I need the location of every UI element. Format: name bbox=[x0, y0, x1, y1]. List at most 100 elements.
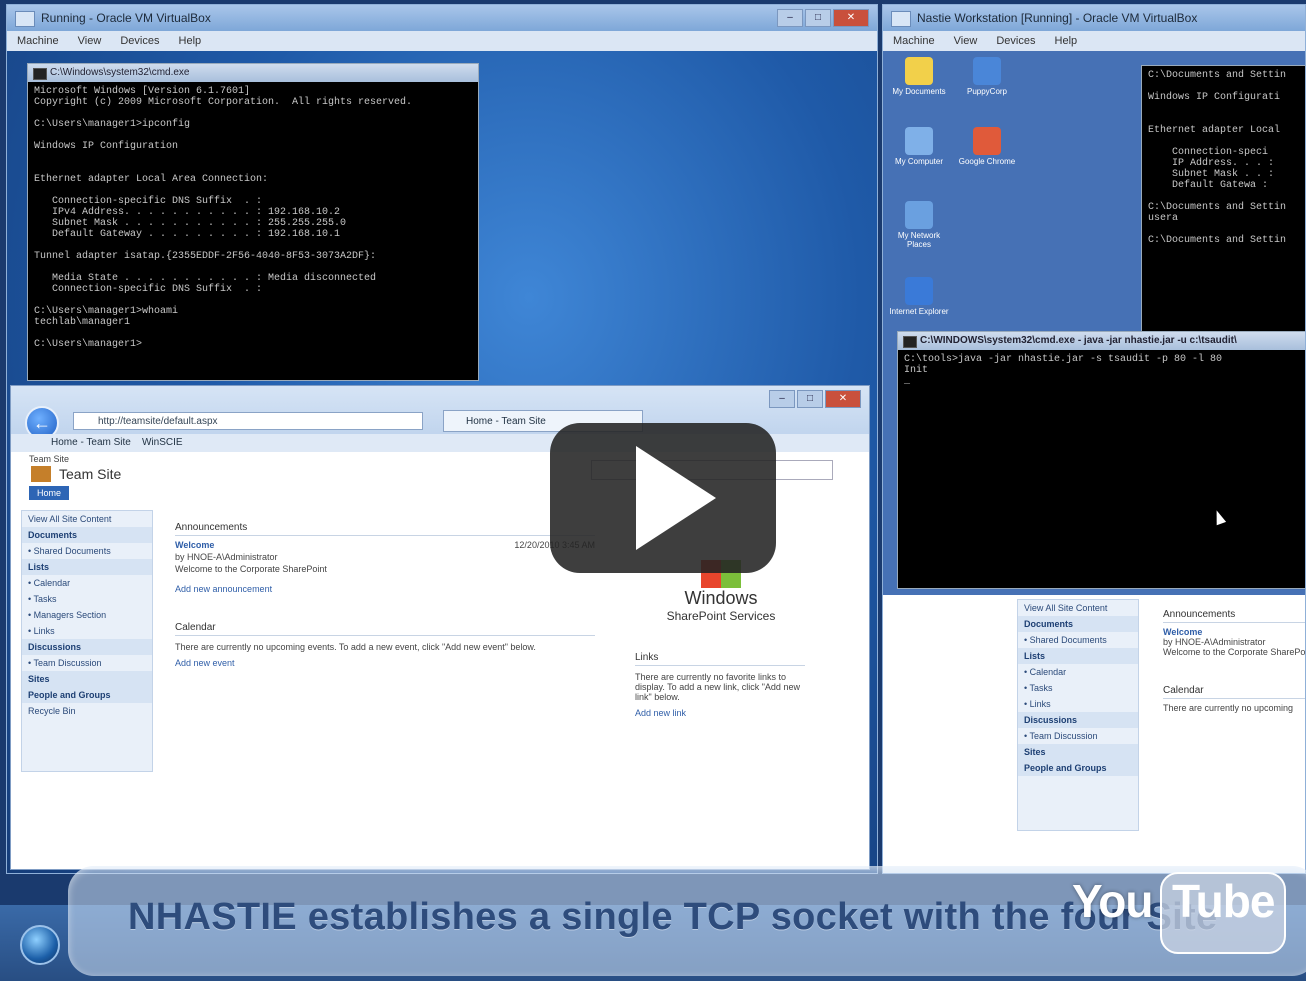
quick-launch-item[interactable]: Discussions bbox=[1018, 712, 1138, 728]
cmd-line: IPv4 Address. . . . . . . . . . . : 192.… bbox=[34, 207, 341, 218]
cmd-window-nhastie[interactable]: C:\WINDOWS\system32\cmd.exe - java -jar … bbox=[897, 331, 1305, 589]
cmd-line: Ethernet adapter Local Area Connection: bbox=[34, 174, 269, 185]
announcement-welcome-link[interactable]: Welcome bbox=[175, 540, 214, 550]
menu-devices[interactable]: Devices bbox=[120, 35, 159, 47]
desktop-icon[interactable]: Google Chrome bbox=[957, 127, 1017, 166]
cmd-window-right-back[interactable]: C:\Documents and Settin Windows IP Confi… bbox=[1141, 65, 1305, 335]
desktop-icon-image bbox=[905, 57, 933, 85]
desktop-icon[interactable]: My Documents bbox=[889, 57, 949, 96]
cmd-line: techlab\manager1 bbox=[34, 317, 131, 328]
cmd-back-line: C:\Documents and Settin bbox=[1148, 202, 1287, 213]
tab-home[interactable]: Home bbox=[29, 486, 70, 500]
quick-launch-item[interactable]: • Team Discussion bbox=[1018, 728, 1138, 744]
youtube-logo-you[interactable]: You bbox=[1072, 874, 1153, 928]
cmd-back-line bbox=[1148, 103, 1305, 114]
links-body: There are currently no favorite links to… bbox=[635, 672, 800, 702]
right-vm-titlebar[interactable]: Nastie Workstation [Running] - Oracle VM… bbox=[883, 5, 1305, 31]
cmd-window-left[interactable]: C:\Windows\system32\cmd.exe Microsoft Wi… bbox=[27, 63, 479, 381]
right-menu-view[interactable]: View bbox=[954, 35, 978, 47]
play-triangle-icon[interactable] bbox=[636, 446, 716, 550]
announcements-title: Announcements bbox=[175, 520, 595, 536]
quick-launch-item[interactable]: People and Groups bbox=[22, 687, 152, 703]
menu-view[interactable]: View bbox=[78, 35, 102, 47]
ie-window-controls: – □ ✕ bbox=[769, 390, 861, 408]
cmd-back-line: IP Address. . . : bbox=[1148, 158, 1275, 169]
cmd-back-line: Ethernet adapter Local bbox=[1148, 125, 1281, 136]
right-welcome-link[interactable]: Welcome bbox=[1163, 627, 1305, 637]
left-vm-titlebar[interactable]: Running - Oracle VM VirtualBox – □ ✕ bbox=[7, 5, 877, 31]
ie-close-button[interactable]: ✕ bbox=[825, 390, 861, 408]
cmd-title[interactable]: C:\Windows\system32\cmd.exe bbox=[28, 64, 478, 82]
cmd-line: Tunnel adapter isatap.{2355EDDF-2F56-404… bbox=[34, 251, 377, 262]
cmd-nhastie-line: _ bbox=[904, 376, 911, 387]
quick-launch-item[interactable]: • Calendar bbox=[22, 575, 152, 591]
quick-launch-item[interactable]: Sites bbox=[1018, 744, 1138, 760]
desktop-icon-label: My Network Places bbox=[897, 231, 941, 249]
add-link-link[interactable]: Add new link bbox=[635, 708, 805, 718]
quick-launch-item[interactable]: • Managers Section bbox=[22, 607, 152, 623]
ie-maximize-button[interactable]: □ bbox=[797, 390, 823, 408]
cmd-nhastie-title[interactable]: C:\WINDOWS\system32\cmd.exe - java -jar … bbox=[898, 332, 1305, 350]
quick-launch-item[interactable]: • Calendar bbox=[1018, 664, 1138, 680]
right-calendar-title: Calendar bbox=[1163, 683, 1305, 699]
add-announcement-link[interactable]: Add new announcement bbox=[175, 584, 272, 594]
desktop-icon[interactable]: PuppyCorp bbox=[957, 57, 1017, 96]
breadcrumb[interactable]: Team Site bbox=[29, 454, 69, 464]
quick-launch-item[interactable]: People and Groups bbox=[1018, 760, 1138, 776]
right-announcements-title: Announcements bbox=[1163, 607, 1305, 623]
desktop-icon-label: My Computer bbox=[894, 157, 943, 166]
minimize-button[interactable]: – bbox=[777, 9, 803, 27]
quick-launch-item[interactable]: • Links bbox=[1018, 696, 1138, 712]
quick-launch-item[interactable]: Discussions bbox=[22, 639, 152, 655]
quick-launch-item[interactable]: Lists bbox=[22, 559, 152, 575]
calendar-title: Calendar bbox=[175, 620, 595, 636]
close-button[interactable]: ✕ bbox=[833, 9, 869, 27]
quick-launch-item[interactable]: Documents bbox=[22, 527, 152, 543]
right-vm-menubar: Machine View Devices Help bbox=[883, 31, 1305, 51]
fav-home-team-site[interactable]: Home - Team Site bbox=[51, 437, 131, 448]
cmd-back-line bbox=[1148, 224, 1305, 235]
right-menu-help[interactable]: Help bbox=[1055, 35, 1078, 47]
add-event-link[interactable]: Add new event bbox=[175, 658, 595, 668]
desktop-icon[interactable]: My Network Places bbox=[889, 201, 949, 249]
quick-launch-item[interactable]: View All Site Content bbox=[1018, 600, 1138, 616]
quick-launch-item[interactable]: • Shared Documents bbox=[22, 543, 152, 559]
quick-launch-item[interactable]: • Tasks bbox=[1018, 680, 1138, 696]
cmd-line: C:\Users\manager1>ipconfig bbox=[34, 119, 191, 130]
menu-machine[interactable]: Machine bbox=[17, 35, 59, 47]
ie-minimize-button[interactable]: – bbox=[769, 390, 795, 408]
right-menu-machine[interactable]: Machine bbox=[893, 35, 935, 47]
desktop-icon-image bbox=[905, 201, 933, 229]
links-title: Links bbox=[635, 650, 805, 666]
desktop-icon[interactable]: My Computer bbox=[889, 127, 949, 166]
maximize-button[interactable]: □ bbox=[805, 9, 831, 27]
address-bar[interactable]: http://teamsite/default.aspx bbox=[73, 412, 423, 430]
quick-launch-item[interactable]: • Links bbox=[22, 623, 152, 639]
quick-launch-item[interactable]: Recycle Bin bbox=[22, 703, 152, 719]
start-button-icon[interactable] bbox=[20, 925, 60, 965]
quick-launch-item[interactable]: Documents bbox=[1018, 616, 1138, 632]
cmd-back-line bbox=[1148, 136, 1305, 147]
left-vm-window-controls: – □ ✕ bbox=[777, 9, 869, 27]
right-menu-devices[interactable]: Devices bbox=[996, 35, 1035, 47]
cmd-back-line bbox=[1148, 191, 1305, 202]
quick-launch-item[interactable]: • Team Discussion bbox=[22, 655, 152, 671]
cmd-back-line: Subnet Mask . . : bbox=[1148, 169, 1275, 180]
right-sharepoint-page: View All Site Content Documents • Shared D… bbox=[883, 595, 1305, 873]
tab-title: Home - Team Site bbox=[466, 416, 546, 427]
quick-launch-item[interactable]: Sites bbox=[22, 671, 152, 687]
site-title[interactable]: Team Site bbox=[59, 466, 121, 482]
quick-launch-item[interactable]: Lists bbox=[1018, 648, 1138, 664]
menu-help[interactable]: Help bbox=[179, 35, 202, 47]
cmd-line bbox=[34, 328, 472, 339]
fav-winscie[interactable]: WinSCIE bbox=[142, 437, 183, 448]
quick-launch-item[interactable]: • Tasks bbox=[22, 591, 152, 607]
left-vm-title: Running - Oracle VM VirtualBox bbox=[41, 11, 211, 25]
quick-launch-item[interactable]: • Shared Documents bbox=[1018, 632, 1138, 648]
virtualbox-icon bbox=[15, 11, 35, 27]
quick-launch-item[interactable]: View All Site Content bbox=[22, 511, 152, 527]
right-quick-launch: View All Site Content Documents • Shared D… bbox=[1017, 599, 1139, 831]
desktop-icon[interactable]: Internet Explorer bbox=[889, 277, 949, 316]
youtube-logo-tube[interactable]: Tube bbox=[1172, 874, 1275, 928]
cmd-line bbox=[34, 185, 472, 196]
